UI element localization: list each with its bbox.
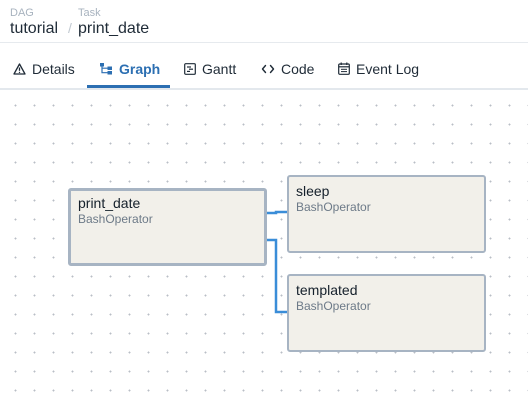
tab-details[interactable]: Details: [13, 50, 75, 87]
code-icon: [261, 64, 275, 74]
task-node-sleep[interactable]: sleep BashOperator: [287, 175, 486, 253]
task-node-title: print_date: [78, 195, 141, 211]
task-node-title: sleep: [296, 183, 330, 199]
breadcrumb-task: Task print_date: [78, 7, 149, 38]
task-node-operator: BashOperator: [296, 299, 371, 313]
tab-graph-label: Graph: [119, 60, 161, 77]
graph-icon: [99, 62, 113, 75]
graph-canvas[interactable]: print_date BashOperator sleep BashOperat…: [0, 90, 528, 393]
breadcrumb-task-label: Task: [78, 7, 101, 19]
edge-print-date-to-sleep: [266, 210, 288, 215]
breadcrumb-separator: /: [68, 20, 72, 36]
breadcrumb-dag-value[interactable]: tutorial: [10, 20, 58, 38]
tab-details-label: Details: [32, 60, 75, 77]
task-node-title: templated: [296, 282, 358, 298]
active-tab-indicator: [87, 85, 170, 88]
tab-bar: Details Graph Gantt Code Event Log: [0, 50, 528, 88]
tab-code-label: Code: [281, 60, 315, 77]
breadcrumb-dag[interactable]: DAG tutorial: [10, 7, 58, 38]
tab-graph[interactable]: Graph: [99, 50, 160, 87]
task-node-print-date[interactable]: print_date BashOperator: [68, 188, 267, 266]
tab-code[interactable]: Code: [261, 50, 314, 87]
breadcrumb-task-value: print_date: [78, 20, 150, 37]
tab-gantt-label: Gantt: [202, 60, 237, 77]
header-divider: [0, 42, 528, 43]
warning-triangle-icon: [13, 62, 26, 75]
tab-gantt[interactable]: Gantt: [184, 50, 236, 87]
edge-print-date-to-templated: [266, 238, 288, 314]
task-node-operator: BashOperator: [78, 212, 153, 226]
tab-event-log-label: Event Log: [356, 60, 420, 77]
breadcrumb-dag-label: DAG: [10, 7, 34, 19]
task-node-templated[interactable]: templated BashOperator: [287, 274, 486, 352]
task-node-operator: BashOperator: [296, 200, 371, 214]
gantt-icon: [184, 62, 196, 75]
tab-event-log[interactable]: Event Log: [338, 50, 419, 87]
calendar-icon: [338, 62, 350, 75]
